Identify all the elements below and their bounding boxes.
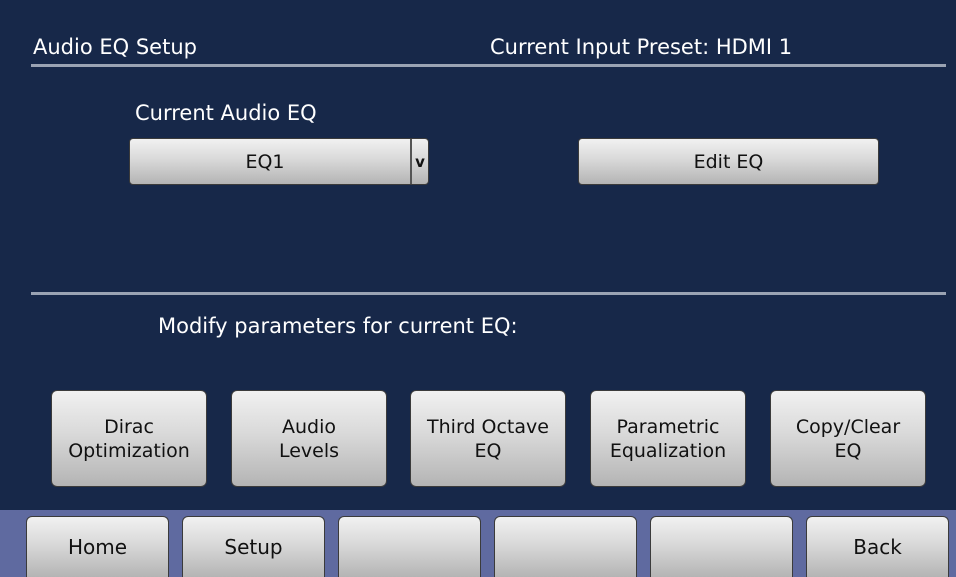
- nav-blank-button-1[interactable]: [338, 516, 481, 577]
- current-audio-eq-label: Current Audio EQ: [135, 101, 317, 125]
- nav-home-button[interactable]: Home: [26, 516, 169, 577]
- header-divider: [31, 64, 946, 67]
- button-label-line2: Equalization: [609, 439, 727, 462]
- button-label-line1: Audio: [281, 415, 336, 438]
- button-label-line2: Optimization: [68, 439, 190, 462]
- nav-blank-button-3[interactable]: [650, 516, 793, 577]
- button-label-line2: EQ: [474, 439, 502, 462]
- nav-blank-button-2[interactable]: [494, 516, 637, 577]
- nav-back-button[interactable]: Back: [806, 516, 949, 577]
- page-title: Audio EQ Setup: [33, 35, 197, 59]
- button-label-line1: Dirac: [104, 415, 154, 438]
- audio-levels-button[interactable]: Audio Levels: [231, 390, 387, 487]
- modify-parameters-label: Modify parameters for current EQ:: [158, 314, 518, 338]
- button-label-line1: Parametric: [616, 415, 720, 438]
- edit-eq-button[interactable]: Edit EQ: [578, 138, 879, 185]
- current-eq-dropdown[interactable]: EQ1 v: [129, 138, 429, 185]
- dirac-optimization-button[interactable]: Dirac Optimization: [51, 390, 207, 487]
- chevron-down-icon[interactable]: v: [412, 153, 428, 171]
- parametric-equalization-button[interactable]: Parametric Equalization: [590, 390, 746, 487]
- button-label-line2: Levels: [278, 439, 340, 462]
- current-eq-value: EQ1: [245, 150, 285, 173]
- button-label-line1: Third Octave: [427, 415, 549, 438]
- copy-clear-eq-button[interactable]: Copy/Clear EQ: [770, 390, 926, 487]
- audio-eq-setup-screen: Audio EQ Setup Current Input Preset: HDM…: [0, 0, 956, 577]
- button-label-line2: EQ: [834, 439, 862, 462]
- nav-setup-button[interactable]: Setup: [182, 516, 325, 577]
- current-input-preset: Current Input Preset: HDMI 1: [490, 35, 793, 59]
- button-label-line1: Copy/Clear: [795, 415, 901, 438]
- third-octave-eq-button[interactable]: Third Octave EQ: [410, 390, 566, 487]
- section-divider: [31, 292, 946, 295]
